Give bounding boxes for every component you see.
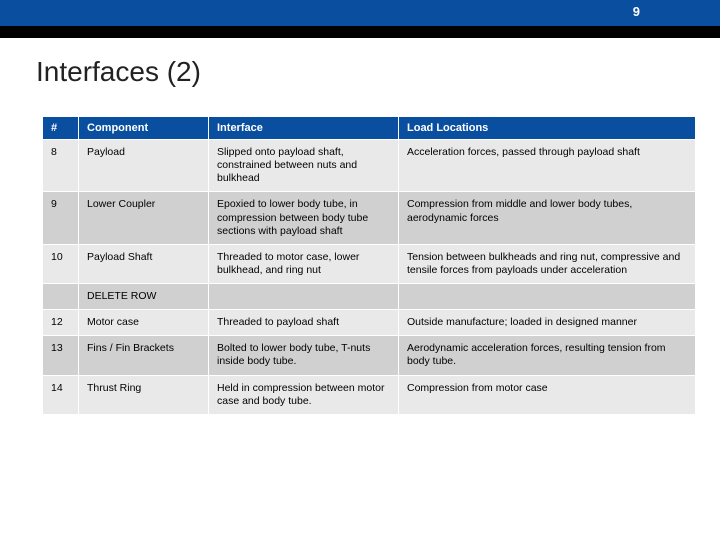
cell-interface: Epoxied to lower body tube, in compressi… (209, 192, 399, 244)
table-container: # Component Interface Load Locations 8 P… (0, 88, 720, 415)
col-header-load: Load Locations (399, 117, 696, 140)
table-row: DELETE ROW (43, 284, 696, 310)
cell-load: Compression from motor case (399, 375, 696, 414)
cell-component: DELETE ROW (79, 284, 209, 310)
cell-component: Fins / Fin Brackets (79, 336, 209, 375)
slide-number: 9 (633, 4, 640, 19)
cell-num: 13 (43, 336, 79, 375)
table-header-row: # Component Interface Load Locations (43, 117, 696, 140)
cell-load: Compression from middle and lower body t… (399, 192, 696, 244)
cell-interface: Slipped onto payload shaft, constrained … (209, 140, 399, 192)
page-title: Interfaces (2) (0, 38, 720, 88)
cell-num: 14 (43, 375, 79, 414)
cell-component: Payload (79, 140, 209, 192)
cell-load: Tension between bulkheads and ring nut, … (399, 244, 696, 283)
cell-interface: Threaded to payload shaft (209, 310, 399, 336)
cell-component: Motor case (79, 310, 209, 336)
cell-load: Aerodynamic acceleration forces, resulti… (399, 336, 696, 375)
cell-interface (209, 284, 399, 310)
slide: 9 Interfaces (2) # Component Interface L… (0, 0, 720, 540)
cell-num: 9 (43, 192, 79, 244)
cell-interface: Bolted to lower body tube, T-nuts inside… (209, 336, 399, 375)
cell-num (43, 284, 79, 310)
table-row: 10 Payload Shaft Threaded to motor case,… (43, 244, 696, 283)
table-row: 14 Thrust Ring Held in compression betwe… (43, 375, 696, 414)
col-header-component: Component (79, 117, 209, 140)
cell-load (399, 284, 696, 310)
cell-load: Outside manufacture; loaded in designed … (399, 310, 696, 336)
cell-load: Acceleration forces, passed through payl… (399, 140, 696, 192)
table-row: 12 Motor case Threaded to payload shaft … (43, 310, 696, 336)
black-band (0, 26, 720, 38)
col-header-num: # (43, 117, 79, 140)
top-bar: 9 (0, 0, 720, 26)
cell-num: 12 (43, 310, 79, 336)
cell-component: Thrust Ring (79, 375, 209, 414)
table-row: 8 Payload Slipped onto payload shaft, co… (43, 140, 696, 192)
interfaces-table: # Component Interface Load Locations 8 P… (42, 116, 696, 415)
cell-num: 8 (43, 140, 79, 192)
cell-interface: Threaded to motor case, lower bulkhead, … (209, 244, 399, 283)
table-row: 9 Lower Coupler Epoxied to lower body tu… (43, 192, 696, 244)
cell-num: 10 (43, 244, 79, 283)
col-header-interface: Interface (209, 117, 399, 140)
table-row: 13 Fins / Fin Brackets Bolted to lower b… (43, 336, 696, 375)
cell-component: Payload Shaft (79, 244, 209, 283)
cell-interface: Held in compression between motor case a… (209, 375, 399, 414)
cell-component: Lower Coupler (79, 192, 209, 244)
